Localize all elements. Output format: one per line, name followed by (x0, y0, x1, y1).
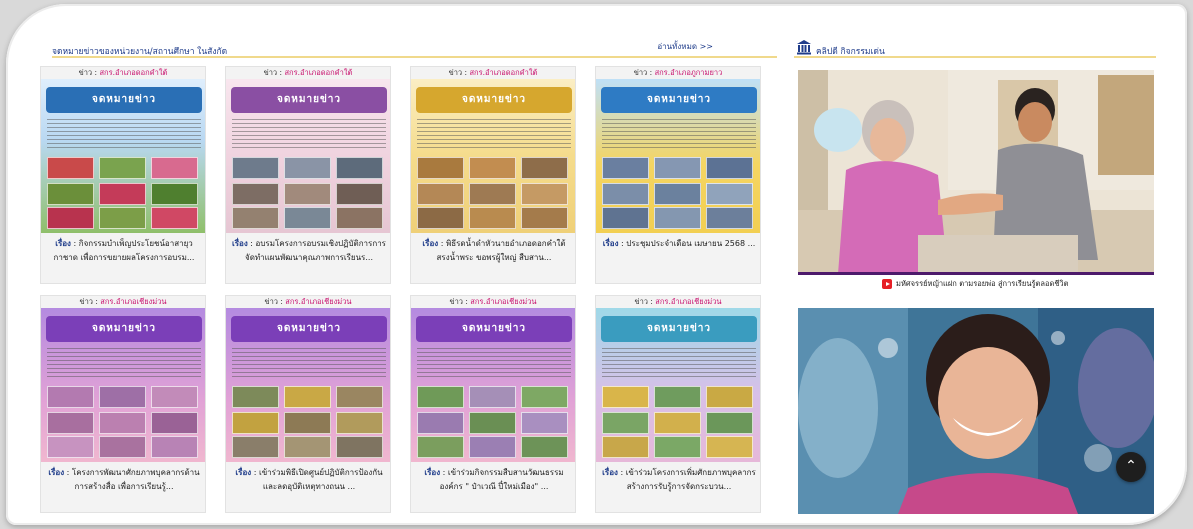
news-poster[interactable]: จดหมายข่าว (411, 79, 575, 233)
card-caption[interactable]: เรื่อง : ประชุมประจำเดือน เมษายน 2568 ..… (600, 237, 758, 251)
scroll-to-top-button[interactable]: ⌃ (1116, 452, 1146, 482)
card-tag: ข่าว : สกร.อำเภอดอกคำใต้ (263, 68, 353, 77)
card-caption[interactable]: เรื่อง : กิจกรรมบำเพ็ญประโยชน์อาสายุวกาช… (45, 237, 203, 265)
card-tag: ข่าว : สกร.อำเภอภูกามยาว (633, 68, 723, 77)
poster-banner: จดหมายข่าว (601, 316, 757, 342)
card-tag: ข่าว : สกร.อำเภอดอกคำใต้ (78, 68, 168, 77)
card-unit: สกร.อำเภอเชียงม่วน (285, 297, 352, 306)
news-poster[interactable]: จดหมายข่าว (596, 79, 760, 233)
card-caption[interactable]: เรื่อง : อบรมโครงการอบรมเชิงปฏิบัติการกา… (230, 237, 388, 265)
card-tag: ข่าว : สกร.อำเภอเชียงม่วน (79, 297, 167, 306)
temple-icon (797, 40, 811, 55)
read-all-link[interactable]: อ่านทั้งหมด >> (657, 40, 713, 53)
poster-banner: จดหมายข่าว (416, 87, 572, 113)
news-card[interactable]: ข่าว : สกร.อำเภอดอกคำใต้ จดหมายข่าว เรื่… (40, 66, 206, 284)
card-unit: สกร.อำเภอเชียงม่วน (100, 297, 167, 306)
news-poster[interactable]: จดหมายข่าว (596, 308, 760, 462)
card-unit: สกร.อำเภอเชียงม่วน (655, 297, 722, 306)
video-caption[interactable]: มหัศจรรย์หญ้าแฝก ตามรอยพ่อ สู่การเรียนรู… (882, 278, 1069, 290)
poster-banner: จดหมายข่าว (601, 87, 757, 113)
card-caption[interactable]: เรื่อง : เข้าร่วมพิธีเปิดศูนย์ปฏิบัติการ… (230, 466, 388, 494)
featured-video-thumbnail[interactable] (798, 70, 1154, 274)
card-unit: สกร.อำเภอเชียงม่วน (470, 297, 537, 306)
news-poster[interactable]: จดหมายข่าว (41, 308, 205, 462)
clip-section-title: คลิปดี กิจกรรมเด่น (816, 47, 885, 57)
page-frame: จดหมายข่าวของหน่วยงาน/สถานศึกษา ในสังกัด… (6, 4, 1187, 525)
news-card[interactable]: ข่าว : สกร.อำเภอดอกคำใต้ จดหมายข่าว เรื่… (410, 66, 576, 284)
card-unit: สกร.อำเภอดอกคำใต้ (284, 68, 353, 77)
featured-video-thumbnail-2[interactable] (798, 308, 1154, 514)
poster-banner: จดหมายข่าว (416, 316, 572, 342)
card-caption[interactable]: เรื่อง : โครงการพัฒนาศักยภาพบุคลากรด้านก… (45, 466, 203, 494)
news-card[interactable]: ข่าว : สกร.อำเภอภูกามยาว จดหมายข่าว เรื่… (595, 66, 761, 284)
news-card[interactable]: ข่าว : สกร.อำเภอเชียงม่วน จดหมายข่าว เรื… (40, 295, 206, 513)
card-tag: ข่าว : สกร.อำเภอเชียงม่วน (449, 297, 537, 306)
news-poster[interactable]: จดหมายข่าว (226, 308, 390, 462)
news-card[interactable]: ข่าว : สกร.อำเภอดอกคำใต้ จดหมายข่าว เรื่… (225, 66, 391, 284)
news-card[interactable]: ข่าว : สกร.อำเภอเชียงม่วน จดหมายข่าว เรื… (225, 295, 391, 513)
card-tag: ข่าว : สกร.อำเภอเชียงม่วน (264, 297, 352, 306)
card-unit: สกร.อำเภอภูกามยาว (654, 68, 723, 77)
news-poster[interactable]: จดหมายข่าว (226, 79, 390, 233)
card-unit: สกร.อำเภอดอกคำใต้ (99, 68, 168, 77)
news-card[interactable]: ข่าว : สกร.อำเภอเชียงม่วน จดหมายข่าว เรื… (595, 295, 761, 513)
news-poster[interactable]: จดหมายข่าว (41, 79, 205, 233)
youtube-icon (882, 279, 892, 289)
poster-banner: จดหมายข่าว (46, 316, 202, 342)
card-tag: ข่าว : สกร.อำเภอดอกคำใต้ (448, 68, 538, 77)
card-caption[interactable]: เรื่อง : เข้าร่วมโครงการเพิ่มศักยภาพบุคล… (600, 466, 758, 494)
poster-banner: จดหมายข่าว (231, 87, 387, 113)
card-caption[interactable]: เรื่อง : พิธีรดน้ำดำหัวนายอำเภอดอกคำใต้ … (415, 237, 573, 265)
clip-section-header: คลิปดี กิจกรรมเด่น (794, 38, 1156, 58)
news-section-header: จดหมายข่าวของหน่วยงาน/สถานศึกษา ในสังกัด… (52, 38, 777, 58)
card-unit: สกร.อำเภอดอกคำใต้ (469, 68, 538, 77)
card-tag: ข่าว : สกร.อำเภอเชียงม่วน (634, 297, 722, 306)
poster-banner: จดหมายข่าว (231, 316, 387, 342)
chevron-up-icon: ⌃ (1125, 458, 1137, 474)
news-card[interactable]: ข่าว : สกร.อำเภอเชียงม่วน จดหมายข่าว เรื… (410, 295, 576, 513)
card-caption[interactable]: เรื่อง : เข้าร่วมกิจกรรมสืบสานวัฒนธรรมอง… (415, 466, 573, 494)
news-poster[interactable]: จดหมายข่าว (411, 308, 575, 462)
poster-banner: จดหมายข่าว (46, 87, 202, 113)
news-section-title: จดหมายข่าวของหน่วยงาน/สถานศึกษา ในสังกัด (52, 47, 228, 57)
